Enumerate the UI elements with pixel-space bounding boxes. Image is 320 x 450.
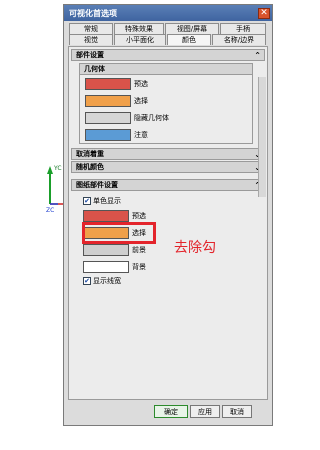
close-icon[interactable]: ✕ [258, 7, 270, 19]
color-row-hidden-geometry: 隐藏几何体 [80, 109, 252, 126]
line-width-label: 显示线宽 [93, 277, 121, 285]
deemphasize-title: 取消着重 [76, 150, 104, 158]
drawing-settings-header[interactable]: 图纸部件设置 ⌃ [71, 179, 265, 191]
zc-label: ZC [46, 207, 54, 214]
y-arrow-icon [47, 166, 53, 174]
visualization-preferences-dialog: 可视化首选项 ✕ 常规 特殊效果 视图/屏幕 手柄 视觉 小平面化 颜色 名称/… [63, 4, 273, 426]
monochrome-label: 单色显示 [93, 197, 121, 205]
tab-row-1: 常规 特殊效果 视图/屏幕 手柄 [69, 23, 269, 34]
yc-label: YC [53, 165, 62, 172]
tab-visual[interactable]: 视觉 [69, 34, 113, 45]
background-label: 背景 [132, 262, 146, 271]
color-row-preselect: 预选 [80, 75, 252, 92]
line-width-row: ✔ 显示线宽 [83, 275, 267, 287]
tab-names-borders[interactable]: 名称/边界 [212, 34, 266, 45]
chevron-up-icon[interactable]: ⌃ [254, 51, 261, 60]
background-swatch[interactable] [83, 260, 129, 273]
part-settings-title: 部件设置 [76, 51, 104, 59]
part-settings-header[interactable]: 部件设置 ⌃ [71, 49, 265, 61]
tab-special-effects[interactable]: 特殊效果 [114, 23, 164, 34]
hidden-geometry-label: 隐藏几何体 [134, 113, 169, 122]
select-label: 选择 [134, 96, 148, 105]
highlight-box [82, 222, 156, 244]
tab-faceting[interactable]: 小平面化 [114, 34, 166, 45]
color-row-select: 选择 [80, 92, 252, 109]
drawing-preselect-label: 预选 [132, 211, 146, 220]
geometry-group: 几何体 预选 选择 隐藏几何体 注意 [79, 63, 253, 144]
deemphasize-header[interactable]: 取消着重 ⌄ [71, 148, 265, 160]
scrollbar[interactable] [258, 77, 266, 197]
ok-button[interactable]: 确定 [154, 405, 188, 418]
attention-color-swatch[interactable] [85, 128, 131, 141]
tab-content: 部件设置 ⌃ 几何体 预选 选择 隐藏几何体 注意 取消着重 随机颜色 图纸部件… [68, 46, 268, 400]
drawing-color-row-background: 背景 [83, 258, 267, 275]
button-bar: 确定 应用 取消 [154, 405, 252, 418]
apply-button[interactable]: 应用 [190, 405, 220, 418]
dialog-title: 可视化首选项 [69, 8, 117, 18]
tab-row-2: 视觉 小平面化 颜色 名称/边界 [69, 34, 269, 45]
preselect-color-swatch[interactable] [85, 77, 131, 90]
title-bar: 可视化首选项 ✕ [64, 5, 272, 21]
drawing-preselect-swatch[interactable] [83, 209, 129, 222]
preselect-label: 预选 [134, 79, 148, 88]
attention-label: 注意 [134, 130, 148, 139]
tab-strip: 常规 特殊效果 视图/屏幕 手柄 视觉 小平面化 颜色 名称/边界 [64, 21, 272, 45]
tab-handles[interactable]: 手柄 [220, 23, 266, 34]
random-color-title: 随机颜色 [76, 163, 104, 171]
cancel-button[interactable]: 取消 [222, 405, 252, 418]
random-color-header[interactable]: 随机颜色 ⌄ [71, 161, 265, 173]
tab-general[interactable]: 常规 [69, 23, 113, 34]
hidden-geometry-color-swatch[interactable] [85, 111, 131, 124]
annotation-text: 去除勾 [174, 240, 216, 256]
monochrome-row: ✔ 单色显示 [83, 195, 267, 207]
monochrome-checkbox[interactable]: ✔ [83, 197, 91, 205]
drawing-settings-title: 图纸部件设置 [76, 181, 118, 189]
color-row-attention: 注意 [80, 126, 252, 143]
foreground-swatch[interactable] [83, 243, 129, 256]
foreground-label: 前景 [132, 245, 146, 254]
tab-view-screen[interactable]: 视图/屏幕 [165, 23, 219, 34]
line-width-checkbox[interactable]: ✔ [83, 277, 91, 285]
select-color-swatch[interactable] [85, 94, 131, 107]
tab-color[interactable]: 颜色 [167, 34, 211, 45]
geometry-group-title: 几何体 [80, 64, 252, 75]
